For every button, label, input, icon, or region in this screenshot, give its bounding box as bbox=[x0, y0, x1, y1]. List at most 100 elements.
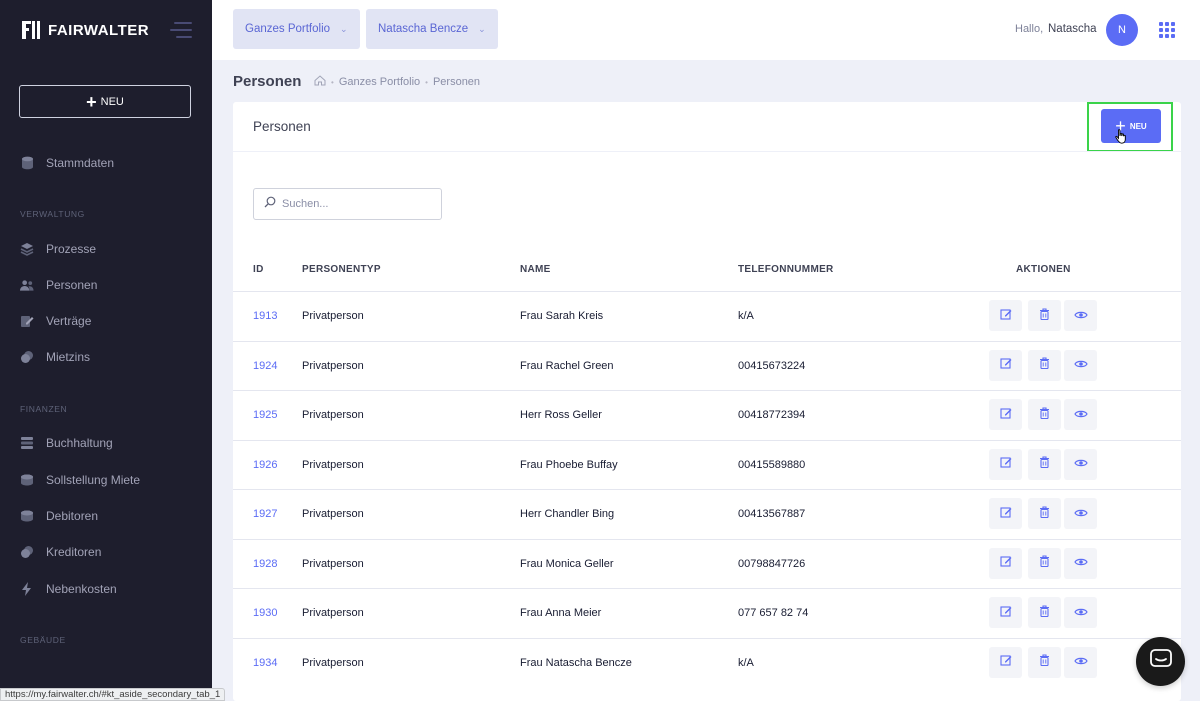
home-icon[interactable] bbox=[314, 75, 326, 89]
chat-launcher[interactable] bbox=[1136, 637, 1185, 686]
portfolio-dropdown[interactable]: Ganzes Portfolio ⌄ bbox=[233, 9, 360, 49]
trash-icon bbox=[1039, 505, 1050, 523]
delete-button[interactable] bbox=[1028, 349, 1061, 381]
avatar-initial: N bbox=[1118, 24, 1126, 36]
view-button[interactable] bbox=[1064, 597, 1097, 628]
person-type: Privatperson bbox=[302, 359, 364, 372]
delete-button[interactable] bbox=[1028, 399, 1061, 430]
person-id-link[interactable]: 1926 bbox=[253, 459, 277, 471]
delete-button[interactable] bbox=[1028, 597, 1061, 628]
sidebar-item-debitoren[interactable]: Debitoren bbox=[20, 507, 98, 525]
edit-icon bbox=[999, 604, 1012, 622]
person-type: Privatperson bbox=[302, 557, 364, 570]
sidebar-item-buchhaltung[interactable]: Buchhaltung bbox=[20, 434, 113, 452]
apps-grid-icon[interactable] bbox=[1159, 22, 1175, 38]
trash-icon bbox=[1039, 356, 1050, 374]
sidebar-item-mietzins[interactable]: Mietzins bbox=[20, 348, 90, 366]
delete-button[interactable] bbox=[1028, 646, 1061, 678]
person-type: Privatperson bbox=[302, 607, 364, 619]
breadcrumb-item[interactable]: Personen bbox=[433, 76, 480, 88]
person-id-link[interactable]: 1934 bbox=[253, 657, 277, 669]
edit-button[interactable] bbox=[989, 300, 1022, 331]
table-row[interactable]: 1934 Privatperson Frau Natascha Bencze k/A bbox=[233, 637, 1181, 688]
column-header-personentyp[interactable]: PERSONENTYP bbox=[302, 264, 381, 275]
person-id-link[interactable]: 1925 bbox=[253, 409, 277, 421]
person-type: Privatperson bbox=[302, 458, 364, 471]
person-id-link[interactable]: 1913 bbox=[253, 310, 277, 322]
table-row[interactable]: 1924 Privatperson Frau Rachel Green 0041567… bbox=[233, 340, 1181, 391]
sidebar-item-label: Kreditoren bbox=[46, 545, 102, 559]
delete-button[interactable] bbox=[1028, 498, 1061, 529]
sidebar-item-label: Buchhaltung bbox=[46, 436, 113, 450]
table-row[interactable]: 1913 Privatperson Frau Sarah Kreis k/A bbox=[233, 291, 1181, 341]
view-button[interactable] bbox=[1064, 349, 1097, 381]
edit-button[interactable] bbox=[989, 498, 1022, 529]
person-id-link[interactable]: 1928 bbox=[253, 558, 277, 570]
view-button[interactable] bbox=[1064, 399, 1097, 430]
person-id-link[interactable]: 1930 bbox=[253, 607, 277, 619]
breadcrumb-separator: • bbox=[331, 77, 334, 87]
person-type: Privatperson bbox=[302, 656, 364, 669]
breadcrumb-item[interactable]: Ganzes Portfolio bbox=[339, 76, 420, 88]
avatar[interactable]: N bbox=[1106, 14, 1138, 46]
brand-name: FAIRWALTER bbox=[48, 21, 150, 39]
flash-icon bbox=[20, 582, 34, 596]
user-select-label: Natascha Bencze bbox=[378, 23, 469, 35]
eye-icon bbox=[1073, 356, 1088, 374]
edit-button[interactable] bbox=[989, 547, 1022, 579]
sidebar-item-kreditoren[interactable]: Kreditoren bbox=[20, 543, 101, 561]
delete-button[interactable] bbox=[1028, 448, 1061, 480]
edit-icon bbox=[999, 307, 1012, 325]
sidebar-item-personen[interactable]: Personen bbox=[20, 276, 97, 294]
eye-icon bbox=[1073, 554, 1088, 572]
table-row[interactable]: 1930 Privatperson Frau Anna Meier 077 657 8… bbox=[233, 588, 1181, 638]
sidebar-item-vertraege[interactable]: Verträge bbox=[20, 312, 91, 330]
sidebar-item-sollstellung-miete[interactable]: Sollstellung Miete bbox=[20, 471, 140, 489]
coins-icon bbox=[20, 545, 34, 559]
view-button[interactable] bbox=[1064, 300, 1097, 331]
search-input[interactable] bbox=[282, 198, 432, 210]
table-row[interactable]: 1926 Privatperson Frau Phoebe Buffay 004155… bbox=[233, 439, 1181, 490]
eye-icon bbox=[1073, 505, 1088, 523]
sidebar-item-label: Personen bbox=[46, 278, 98, 292]
database-icon bbox=[20, 156, 34, 170]
sidebar-toggle-icon[interactable] bbox=[170, 22, 192, 38]
brand-logo[interactable]: FAIRWALTER bbox=[22, 20, 149, 40]
edit-button[interactable] bbox=[989, 646, 1022, 678]
sidebar-new-button[interactable]: + NEU bbox=[19, 85, 191, 118]
sidebar-item-nebenkosten[interactable]: Nebenkosten bbox=[20, 580, 117, 598]
person-id-link[interactable]: 1924 bbox=[253, 360, 277, 372]
edit-icon bbox=[999, 356, 1012, 374]
column-header-aktionen: AKTIONEN bbox=[1016, 264, 1071, 275]
edit-document-icon bbox=[20, 314, 34, 328]
sidebar-item-label: Mietzins bbox=[46, 350, 91, 364]
view-button[interactable] bbox=[1064, 646, 1097, 678]
edit-button[interactable] bbox=[989, 349, 1022, 381]
table-row[interactable]: 1928 Privatperson Frau Monica Geller 007988… bbox=[233, 538, 1181, 589]
edit-button[interactable] bbox=[989, 597, 1022, 628]
view-button[interactable] bbox=[1064, 448, 1097, 480]
edit-button[interactable] bbox=[989, 399, 1022, 430]
sidebar-item-prozesse[interactable]: Prozesse bbox=[20, 240, 96, 258]
user-name[interactable]: Natascha bbox=[1048, 23, 1097, 35]
column-header-id[interactable]: ID bbox=[253, 264, 264, 275]
column-header-name[interactable]: NAME bbox=[520, 264, 551, 275]
new-button-label: NEU bbox=[1129, 121, 1147, 131]
view-button[interactable] bbox=[1064, 547, 1097, 579]
table-row[interactable]: 1927 Privatperson Herr Chandler Bing 004135… bbox=[233, 489, 1181, 539]
user-select-dropdown[interactable]: Natascha Bencze ⌄ bbox=[366, 9, 498, 49]
person-id-link[interactable]: 1927 bbox=[253, 508, 277, 520]
table-row[interactable]: 1925 Privatperson Herr Ross Geller 00418772… bbox=[233, 390, 1181, 440]
chevron-down-icon: ⌄ bbox=[478, 23, 486, 34]
sidebar-item-label: Verträge bbox=[46, 314, 92, 328]
sidebar: FAIRWALTER + NEU Stammdaten VERWALTUNG P… bbox=[0, 0, 212, 701]
edit-button[interactable] bbox=[989, 448, 1022, 480]
column-header-telefonnummer[interactable]: TELEFONNUMMER bbox=[738, 264, 834, 275]
sidebar-item-stammdaten[interactable]: Stammdaten bbox=[20, 154, 114, 172]
view-button[interactable] bbox=[1064, 498, 1097, 529]
coins-icon bbox=[20, 509, 34, 523]
new-person-button[interactable]: + NEU bbox=[1101, 109, 1161, 143]
search-field[interactable] bbox=[253, 188, 442, 220]
delete-button[interactable] bbox=[1028, 300, 1061, 331]
delete-button[interactable] bbox=[1028, 547, 1061, 579]
